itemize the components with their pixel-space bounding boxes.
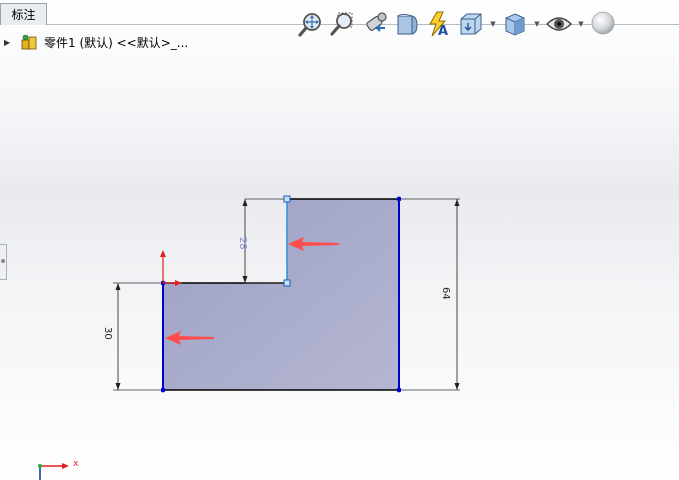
sketch-origin[interactable] — [160, 250, 182, 286]
triad-x-label: x — [73, 459, 79, 469]
selected-endpoint-handle[interactable] — [283, 195, 291, 203]
sketch-region[interactable] — [163, 199, 399, 390]
dimension-height-small[interactable]: 28 — [237, 198, 284, 284]
dimension-value-total[interactable]: 64 — [440, 287, 451, 300]
graphics-area[interactable]: 28 30 64 x — [0, 0, 679, 480]
dimension-height-left[interactable]: 30 — [102, 282, 160, 391]
selected-endpoint-handle[interactable] — [283, 279, 291, 287]
sketch-point[interactable] — [160, 387, 166, 393]
dimension-height-total[interactable]: 64 — [402, 198, 460, 391]
sketch-point[interactable] — [396, 387, 402, 393]
sketch-point[interactable] — [396, 196, 402, 202]
coordinate-triad: x — [38, 459, 79, 480]
dimension-value-small[interactable]: 28 — [237, 237, 248, 250]
dimension-value-left[interactable]: 30 — [102, 327, 113, 340]
